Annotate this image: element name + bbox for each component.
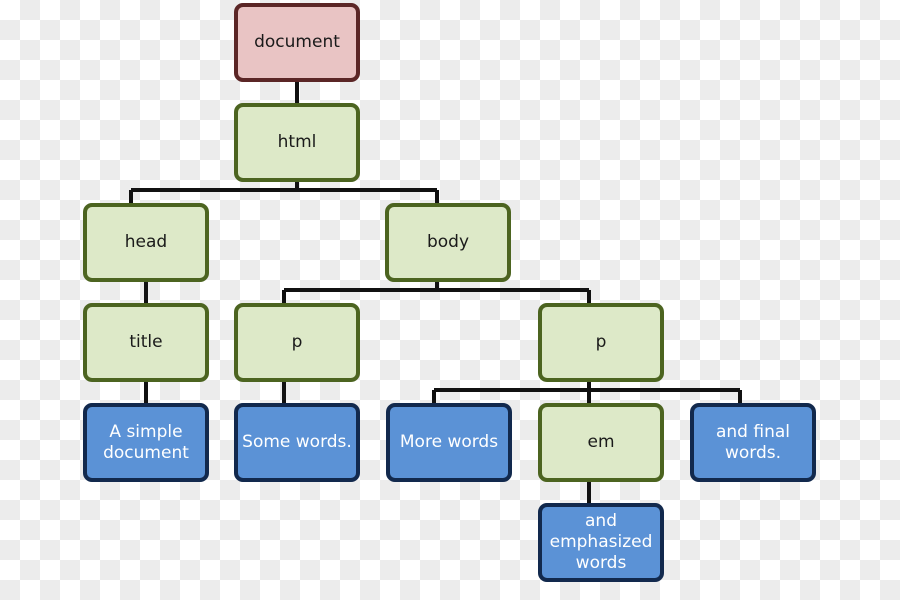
node-title[interactable]: title bbox=[83, 303, 209, 382]
node-label: document bbox=[254, 32, 340, 53]
node-html[interactable]: html bbox=[234, 103, 360, 182]
node-label: and final words. bbox=[715, 421, 790, 463]
node-text-some-words[interactable]: Some words. bbox=[234, 403, 360, 482]
node-label: title bbox=[129, 332, 163, 353]
node-label: p bbox=[291, 332, 303, 353]
node-label: html bbox=[277, 132, 317, 153]
node-head[interactable]: head bbox=[83, 203, 209, 282]
node-body[interactable]: body bbox=[385, 203, 511, 282]
node-text-and-emphasized-words[interactable]: and emphasized words bbox=[538, 503, 664, 582]
node-label: body bbox=[426, 232, 470, 253]
node-document[interactable]: document bbox=[234, 3, 360, 82]
node-label: and emphasized words bbox=[549, 511, 653, 573]
connector-lines bbox=[129, 78, 742, 505]
node-em[interactable]: em bbox=[538, 403, 664, 482]
node-text-and-final-words[interactable]: and final words. bbox=[690, 403, 816, 482]
node-label: Some words. bbox=[242, 432, 352, 453]
node-label: head bbox=[124, 232, 168, 253]
dom-tree-diagram: document html head body title p p A simp… bbox=[0, 0, 900, 600]
node-label: em bbox=[587, 432, 615, 453]
node-label: A simple document bbox=[103, 421, 189, 463]
node-p-first[interactable]: p bbox=[234, 303, 360, 382]
node-label: p bbox=[595, 332, 607, 353]
node-text-a-simple-document[interactable]: A simple document bbox=[83, 403, 209, 482]
node-text-more-words[interactable]: More words bbox=[386, 403, 512, 482]
node-label: More words bbox=[399, 432, 499, 453]
node-p-second[interactable]: p bbox=[538, 303, 664, 382]
